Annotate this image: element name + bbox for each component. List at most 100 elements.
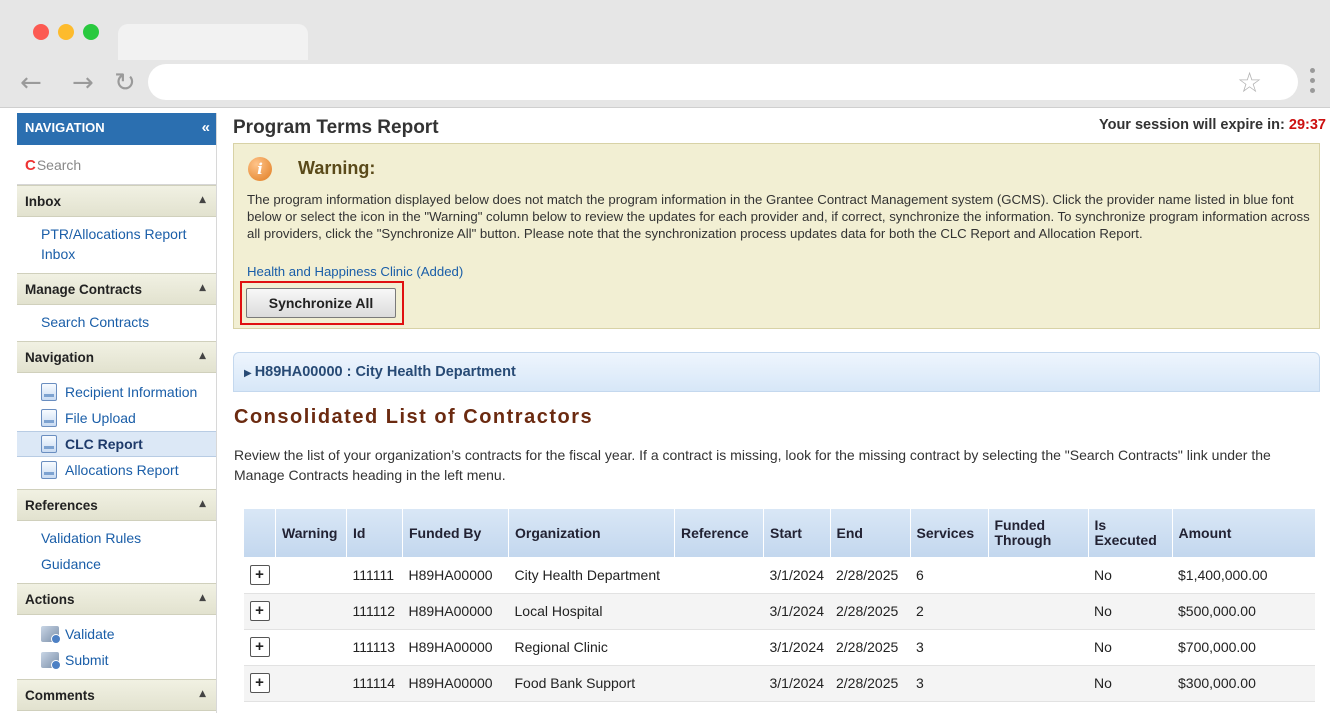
window-minimize-dot[interactable]	[58, 24, 74, 40]
sidebar-item-label: Submit	[65, 652, 109, 668]
amount-cell: $1,400,000.00	[1172, 557, 1315, 594]
clc-title: Consolidated List of Contractors	[234, 406, 594, 428]
sidebar-section-comments[interactable]: Comments ▲	[17, 679, 216, 711]
sidebar-item-allocations-report[interactable]: Allocations Report	[17, 457, 216, 483]
collapse-arrow-icon[interactable]: ▲	[199, 689, 206, 699]
column-header-end[interactable]: End	[829, 509, 910, 557]
sidebar-item-label: Allocations Report	[65, 462, 179, 478]
section-label: References	[25, 498, 98, 513]
amount-cell: $700,000.00	[1172, 629, 1315, 666]
expander-cell: +	[243, 629, 276, 666]
browser-chrome: ← → ↻ ☆	[0, 0, 1330, 108]
collapse-arrow-icon[interactable]: ▲	[199, 195, 206, 205]
address-bar[interactable]	[148, 64, 1298, 100]
is-executed-cell: No	[1088, 593, 1172, 630]
organization-cell: City Health Department	[508, 557, 675, 594]
column-header-services[interactable]: Services	[909, 509, 988, 557]
services-cell: 3	[910, 629, 988, 666]
org-expander[interactable]: ▶ H89HA00000 : City Health Department	[233, 352, 1320, 392]
warning-cell	[275, 593, 347, 630]
column-header-id[interactable]: Id	[346, 509, 403, 557]
sidebar-section-manage-contracts[interactable]: Manage Contracts ▲	[17, 273, 216, 305]
column-header-organization[interactable]: Organization	[508, 509, 675, 557]
forward-arrow-icon[interactable]: →	[72, 70, 94, 96]
provider-link[interactable]: Health and Happiness Clinic (Added)	[247, 264, 463, 279]
document-icon	[41, 383, 57, 401]
end-cell: 2/28/2025	[830, 557, 910, 594]
sidebar: NAVIGATION « CSearch Inbox ▲ PTR/Allocat…	[17, 113, 217, 713]
end-cell: 2/28/2025	[830, 593, 910, 630]
search-mark-icon: C	[25, 157, 36, 174]
session-expiry: Your session will expire in: 29:37	[1099, 117, 1326, 133]
table-header-row: Warning Id Funded By Organization Refere…	[243, 509, 1315, 557]
sidebar-section-navigation[interactable]: Navigation ▲	[17, 341, 216, 373]
synchronize-all-button[interactable]: Synchronize All	[246, 288, 396, 318]
sidebar-title: NAVIGATION «	[17, 113, 216, 145]
collapse-sidebar-icon[interactable]: «	[202, 119, 210, 136]
collapse-arrow-icon[interactable]: ▲	[199, 283, 206, 293]
start-cell: 3/1/2024	[763, 593, 830, 630]
is-executed-cell: No	[1088, 665, 1172, 702]
info-icon: i	[248, 157, 272, 181]
sidebar-item-clc-report[interactable]: CLC Report	[17, 431, 216, 457]
funded-through-cell	[988, 629, 1088, 666]
collapse-arrow-icon[interactable]: ▲	[199, 499, 206, 509]
validate-icon	[41, 626, 61, 644]
bookmark-star-icon[interactable]: ☆	[1237, 66, 1262, 99]
window-close-dot[interactable]	[33, 24, 49, 40]
window-zoom-dot[interactable]	[83, 24, 99, 40]
start-cell: 3/1/2024	[763, 557, 830, 594]
column-header-funded-by[interactable]: Funded By	[402, 509, 509, 557]
section-label: Actions	[25, 592, 75, 607]
warning-message: The program information displayed below …	[247, 192, 1310, 241]
collapse-arrow-icon[interactable]: ▲	[199, 351, 206, 361]
sidebar-item-validation-rules[interactable]: Validation Rules	[17, 525, 216, 551]
warning-cell	[275, 557, 347, 594]
column-header-is-executed[interactable]: Is Executed	[1087, 509, 1172, 557]
sidebar-item-submit[interactable]: Submit	[17, 647, 216, 673]
search-input[interactable]: Search	[37, 157, 81, 173]
sidebar-search[interactable]: CSearch	[17, 145, 216, 185]
expand-row-button[interactable]: +	[249, 601, 270, 621]
browser-menu-icon[interactable]	[1310, 68, 1316, 98]
session-label: Your session will expire in:	[1099, 117, 1285, 133]
id-cell: 111114	[346, 665, 403, 702]
sidebar-item-ptr-allocations-inbox[interactable]: PTR/Allocations Report Inbox	[17, 221, 216, 267]
section-label: Navigation	[25, 350, 95, 365]
id-cell: 111111	[346, 557, 403, 594]
collapse-arrow-icon[interactable]: ▲	[199, 593, 206, 603]
amount-cell: $500,000.00	[1172, 593, 1315, 630]
sidebar-section-actions[interactable]: Actions ▲	[17, 583, 216, 615]
expand-row-button[interactable]: +	[249, 673, 270, 693]
funded-through-cell	[988, 665, 1088, 702]
submit-icon	[41, 652, 61, 670]
start-cell: 3/1/2024	[763, 629, 830, 666]
expand-row-button[interactable]: +	[249, 637, 270, 657]
expand-row-button[interactable]: +	[249, 564, 270, 585]
back-arrow-icon[interactable]: ←	[20, 70, 42, 96]
expand-triangle-icon[interactable]: ▶	[244, 368, 252, 379]
column-header-amount[interactable]: Amount	[1171, 509, 1315, 557]
column-header-funded-through[interactable]: Funded Through	[987, 509, 1088, 557]
sidebar-item-validate[interactable]: Validate	[17, 621, 216, 647]
reference-cell	[674, 665, 764, 702]
column-header-start[interactable]: Start	[763, 509, 830, 557]
funded-through-cell	[988, 557, 1088, 594]
services-cell: 6	[910, 557, 988, 594]
sidebar-section-references[interactable]: References ▲	[17, 489, 216, 521]
sidebar-item-search-contracts[interactable]: Search Contracts	[17, 309, 216, 335]
sidebar-item-file-upload[interactable]: File Upload	[17, 405, 216, 431]
sidebar-section-inbox[interactable]: Inbox ▲	[17, 185, 216, 217]
table-row: + 111111 H89HA00000 City Health Departme…	[243, 557, 1315, 594]
sidebar-item-recipient-information[interactable]: Recipient Information	[17, 379, 216, 405]
start-cell: 3/1/2024	[763, 665, 830, 702]
reference-cell	[674, 629, 764, 666]
clc-description: Review the list of your organization’s c…	[234, 447, 1271, 483]
sidebar-item-guidance[interactable]: Guidance	[17, 551, 216, 577]
column-header-reference[interactable]: Reference	[674, 509, 764, 557]
browser-tab[interactable]	[118, 24, 308, 60]
sidebar-item-label: Validate	[65, 626, 115, 642]
warning-title: Warning:	[298, 158, 376, 178]
reload-icon[interactable]: ↻	[114, 70, 136, 96]
column-header-warning[interactable]: Warning	[275, 509, 347, 557]
